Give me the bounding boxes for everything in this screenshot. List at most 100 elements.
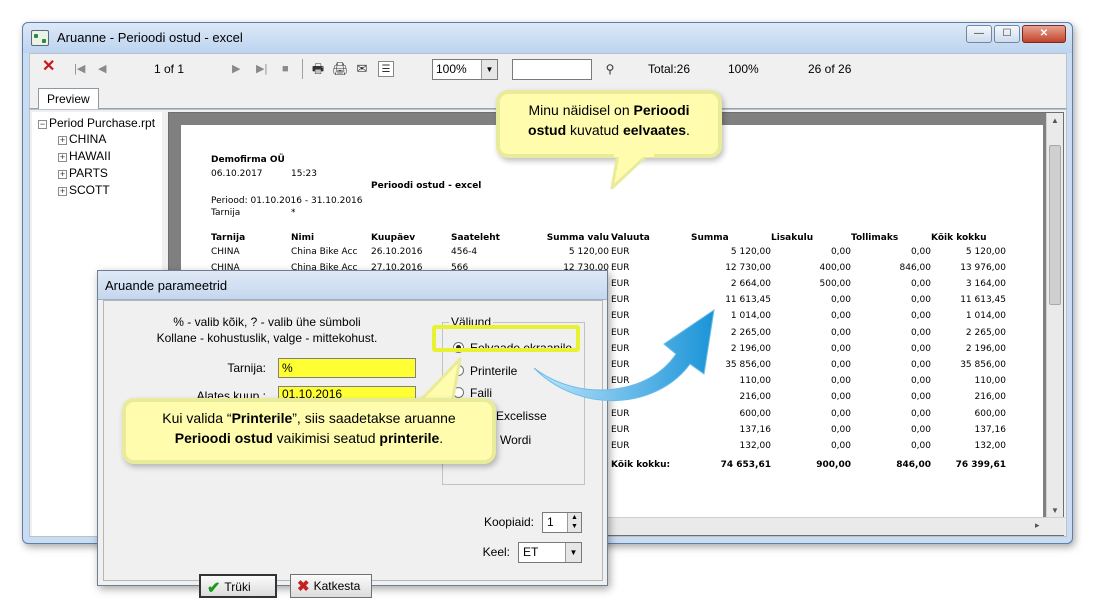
report-title: Perioodi ostud - excel [371, 181, 482, 191]
col-header: Valuuta [611, 233, 650, 243]
table-cell: 110,00 [974, 376, 1007, 386]
supplier-label: Tarnija: [227, 361, 266, 375]
print-button[interactable]: ✔ Trüki [199, 574, 277, 598]
table-cell: 137,16 [739, 425, 772, 435]
tree-root[interactable]: − Period Purchase.rpt [38, 116, 155, 130]
expand-icon[interactable]: + [58, 153, 67, 162]
tree-item-hawaii[interactable]: + HAWAII [58, 149, 111, 163]
callout-printer: Kui valida “Printerile”, siis saadetakse… [122, 398, 496, 464]
table-cell: 0,00 [910, 360, 931, 370]
collapse-icon[interactable]: − [38, 120, 47, 129]
total-koik: 76 399,61 [955, 460, 1006, 470]
table-cell: 0,00 [830, 344, 851, 354]
window-titlebar[interactable]: Aruanne - Perioodi ostud - excel — ☐ ✕ [23, 23, 1072, 53]
report-supplier-label: Tarnija [211, 208, 241, 218]
supplier-input[interactable]: % [278, 358, 416, 378]
scroll-thumb[interactable] [1049, 145, 1061, 305]
table-cell: 11 613,45 [960, 295, 1006, 305]
print-icon[interactable]: 🖶 [310, 61, 326, 77]
group-tree-icon[interactable]: ☰ [378, 61, 394, 77]
total-label: Kõik kokku: [611, 460, 671, 470]
prev-page-icon[interactable]: ◀ [98, 61, 106, 77]
expand-icon[interactable]: + [58, 187, 67, 196]
table-cell: 0,00 [830, 376, 851, 386]
table-cell: 600,00 [974, 409, 1007, 419]
total-tollimaks: 846,00 [896, 460, 931, 470]
chevron-down-icon[interactable]: ▼ [565, 543, 581, 562]
radio-excel[interactable]: Excelisse [496, 408, 547, 424]
hint-wildcards: % - valib kõik, ? - valib ühe sümboli [173, 315, 361, 329]
callout-preview: Minu näidisel on Perioodi ostud kuvatud … [496, 90, 722, 158]
export-icon[interactable]: ✉ [354, 61, 370, 77]
table-cell: 0,00 [830, 392, 851, 402]
table-cell: 1 014,00 [965, 311, 1006, 321]
expand-icon[interactable]: + [58, 170, 67, 179]
table-cell: 0,00 [830, 295, 851, 305]
language-select[interactable]: ET ▼ [518, 542, 582, 563]
col-header: Summa [691, 233, 729, 243]
table-cell: 3 164,00 [965, 279, 1006, 289]
table-cell: EUR [611, 425, 630, 435]
record-count: 26 of 26 [808, 62, 852, 76]
table-cell: 132,00 [739, 441, 772, 451]
table-cell: 0,00 [830, 441, 851, 451]
close-report-icon[interactable]: ✕ [42, 59, 55, 75]
zoom-percent: 100% [728, 62, 759, 76]
table-cell: EUR [611, 279, 630, 289]
print-setup-icon[interactable]: 🖨 [332, 61, 349, 77]
tree-item-parts[interactable]: + PARTS [58, 166, 108, 180]
binoculars-icon[interactable]: ⚲ [602, 61, 618, 77]
table-cell: 0,00 [830, 425, 851, 435]
close-window-button[interactable]: ✕ [1022, 25, 1066, 43]
search-input[interactable] [512, 59, 592, 80]
hint-colors: Kollane - kohustuslik, valge - mittekohu… [156, 331, 378, 345]
stop-icon[interactable]: ■ [282, 61, 289, 77]
tree-item-scott[interactable]: + SCOTT [58, 183, 110, 197]
next-page-icon[interactable]: ▶ [232, 61, 240, 77]
tree-item-china[interactable]: + CHINA [58, 132, 106, 146]
table-cell: 0,00 [910, 328, 931, 338]
vertical-scrollbar[interactable]: ▲ ▼ [1046, 113, 1063, 519]
total-lisakulu: 900,00 [816, 460, 851, 470]
table-cell: 2 196,00 [965, 344, 1006, 354]
minimize-button[interactable]: — [966, 25, 992, 43]
table-cell: 0,00 [830, 360, 851, 370]
col-header: Summa valu [546, 233, 609, 243]
table-cell: 216,00 [974, 392, 1007, 402]
col-header: Kuupäev [371, 233, 416, 243]
report-supplier-value: * [291, 208, 296, 218]
copies-stepper[interactable]: 1 ▲ ▼ [542, 512, 582, 533]
copies-label: Koopiaid: [483, 515, 534, 529]
table-cell: 35 856,00 [960, 360, 1006, 370]
table-cell: 2 265,00 [965, 328, 1006, 338]
radio-word[interactable]: Wordi [500, 432, 531, 448]
report-company: Demofirma OÜ [211, 155, 285, 165]
checkmark-icon: ✔ [207, 580, 221, 597]
col-header: Nimi [291, 233, 315, 243]
maximize-button[interactable]: ☐ [994, 25, 1020, 43]
table-cell: 0,00 [910, 295, 931, 305]
last-page-icon[interactable]: ▶| [256, 61, 267, 77]
table-cell: 2 664,00 [730, 279, 771, 289]
table-cell: 0,00 [910, 409, 931, 419]
table-cell: 0,00 [910, 344, 931, 354]
table-cell: 0,00 [910, 279, 931, 289]
first-page-icon[interactable]: |◀ [74, 61, 85, 77]
col-header: Tarnija [211, 233, 246, 243]
col-header: Kõik kokku [931, 233, 987, 243]
expand-icon[interactable]: + [58, 136, 67, 145]
table-cell: 0,00 [910, 392, 931, 402]
total-count: Total:26 [648, 62, 691, 76]
language-label: Keel: [482, 545, 510, 559]
table-cell: 0,00 [830, 409, 851, 419]
zoom-select[interactable]: 100% ▼ [432, 59, 498, 80]
chevron-down-icon[interactable]: ▼ [481, 60, 497, 79]
table-cell: 0,00 [830, 328, 851, 338]
spin-arrows-icon[interactable]: ▲ ▼ [567, 513, 581, 532]
tab-preview[interactable]: Preview [38, 88, 99, 109]
report-period: Periood: 01.10.2016 - 31.10.2016 [211, 196, 363, 206]
cancel-button[interactable]: ✖ Katkesta [290, 574, 372, 598]
scroll-right-icon[interactable]: ▸ [1035, 520, 1040, 531]
scroll-up-icon[interactable]: ▲ [1047, 113, 1063, 129]
total-summa: 74 653,61 [720, 460, 771, 470]
